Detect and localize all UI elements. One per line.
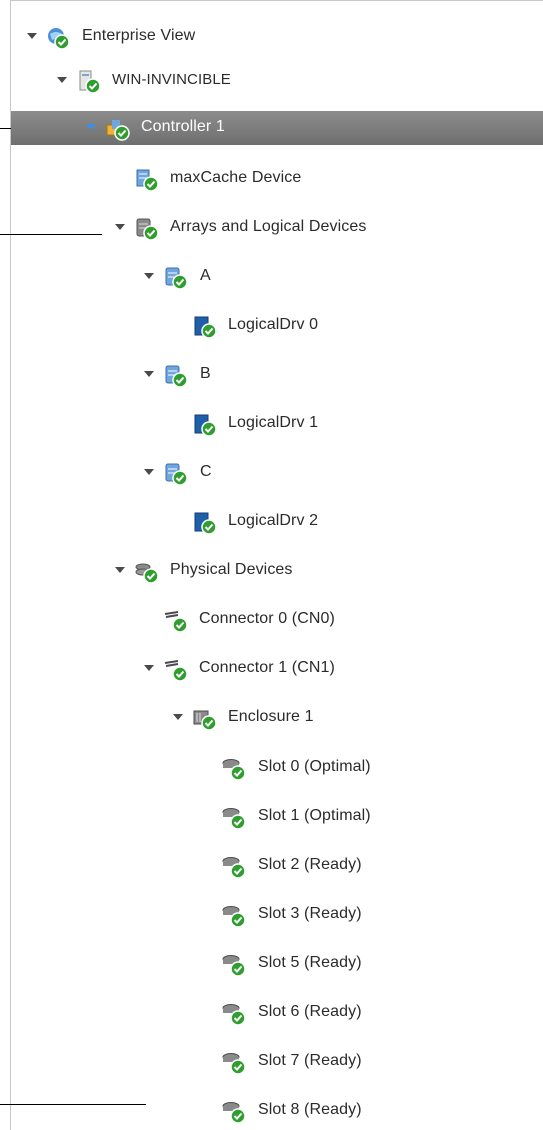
tree-node-slot[interactable]: Slot 6 (Ready): [11, 996, 543, 1030]
expand-arrow-icon[interactable]: [173, 714, 183, 720]
connector-icon: [164, 658, 188, 682]
tree-label: LogicalDrv 0: [228, 316, 319, 333]
tree-node-slot[interactable]: Slot 1 (Optimal): [11, 800, 543, 834]
tree-node-arrays[interactable]: Arrays and Logical Devices: [11, 211, 543, 245]
tree-node-connector-1[interactable]: Connector 1 (CN1): [11, 652, 543, 686]
disk-icon: [222, 1100, 246, 1124]
tree-node-maxcache[interactable]: maxCache Device: [11, 162, 543, 196]
tree-label: Slot 5 (Ready): [258, 954, 362, 971]
disk-icon: [222, 904, 246, 928]
expand-arrow-icon[interactable]: [144, 371, 154, 377]
tree-label: Slot 3 (Ready): [258, 905, 362, 922]
tree-node-array-a[interactable]: A: [11, 260, 543, 294]
tree-label: maxCache Device: [170, 169, 302, 186]
disk-icon: [222, 953, 246, 977]
expand-arrow-icon[interactable]: [144, 469, 154, 475]
tree-node-logical-drive-1[interactable]: LogicalDrv 1: [11, 407, 543, 441]
tree-label: Slot 2 (Ready): [258, 856, 362, 873]
tree-label: Connector 0 (CN0): [199, 610, 335, 627]
expand-arrow-icon[interactable]: [115, 224, 125, 230]
tree-node-slot[interactable]: Slot 3 (Ready): [11, 898, 543, 932]
array-icon: [164, 462, 188, 486]
tree-label: Controller 1: [141, 118, 225, 135]
tree-label: LogicalDrv 2: [228, 512, 319, 529]
disk-icon: [222, 855, 246, 879]
tree-label: Enterprise View: [82, 27, 196, 44]
tree-label: C: [200, 463, 212, 480]
tree-label: LogicalDrv 1: [228, 414, 319, 431]
tree-label: Physical Devices: [170, 561, 293, 578]
tree-label: A: [200, 267, 211, 284]
logical-drive-icon: [193, 315, 217, 339]
tree-node-slot[interactable]: Slot 7 (Ready): [11, 1045, 543, 1079]
tree-node-array-c[interactable]: C: [11, 456, 543, 490]
logical-drive-icon: [193, 511, 217, 535]
tree-node-enclosure-1[interactable]: Enclosure 1: [11, 701, 543, 735]
logical-drive-icon: [193, 413, 217, 437]
tree-node-host[interactable]: WIN-INVINCIBLE: [11, 64, 543, 98]
tree-node-connector-0[interactable]: Connector 0 (CN0): [11, 603, 543, 637]
tree-node-slot[interactable]: Slot 8 (Ready): [11, 1094, 543, 1128]
tree-node-physical-devices[interactable]: Physical Devices: [11, 554, 543, 588]
tree-label: Arrays and Logical Devices: [170, 218, 367, 235]
tree-label: Slot 8 (Ready): [258, 1101, 362, 1118]
tree-label: Slot 0 (Optimal): [258, 758, 371, 775]
tree-node-slot[interactable]: Slot 2 (Ready): [11, 849, 543, 883]
tree-node-logical-drive-2[interactable]: LogicalDrv 2: [11, 505, 543, 539]
globe-icon: [46, 26, 70, 50]
physical-devices-icon: [135, 560, 159, 584]
tree-node-logical-drive-0[interactable]: LogicalDrv 0: [11, 309, 543, 343]
expand-arrow-icon[interactable]: [86, 124, 96, 130]
expand-arrow-icon[interactable]: [144, 665, 154, 671]
cache-device-icon: [135, 168, 159, 192]
tree-node-array-b[interactable]: B: [11, 358, 543, 392]
connector-icon: [164, 609, 188, 633]
disk-icon: [222, 757, 246, 781]
disk-icon: [222, 1051, 246, 1075]
tree-node-slot[interactable]: Slot 0 (Optimal): [11, 751, 543, 785]
tree-label: Connector 1 (CN1): [199, 659, 335, 676]
tree-label: Slot 1 (Optimal): [258, 807, 371, 824]
tree-label: WIN-INVINCIBLE: [112, 71, 231, 88]
tree-node-slot[interactable]: Slot 5 (Ready): [11, 947, 543, 981]
expand-arrow-icon[interactable]: [115, 567, 125, 573]
disk-icon: [222, 1002, 246, 1026]
expand-arrow-icon[interactable]: [144, 273, 154, 279]
expand-arrow-icon[interactable]: [57, 77, 67, 83]
disk-icon: [222, 806, 246, 830]
array-icon: [164, 364, 188, 388]
array-icon: [135, 217, 159, 241]
enclosure-icon: [193, 707, 217, 731]
tree-label: Slot 6 (Ready): [258, 1003, 362, 1020]
tree-label: Enclosure 1: [228, 708, 314, 725]
tree-label: B: [200, 365, 211, 382]
tree-node-enterprise-view[interactable]: Enterprise View: [11, 20, 543, 54]
expand-arrow-icon[interactable]: [27, 33, 37, 39]
array-icon: [164, 266, 188, 290]
server-icon: [77, 70, 101, 94]
controller-icon: [106, 117, 130, 141]
tree-node-controller[interactable]: Controller 1: [11, 111, 543, 145]
tree-label: Slot 7 (Ready): [258, 1052, 362, 1069]
